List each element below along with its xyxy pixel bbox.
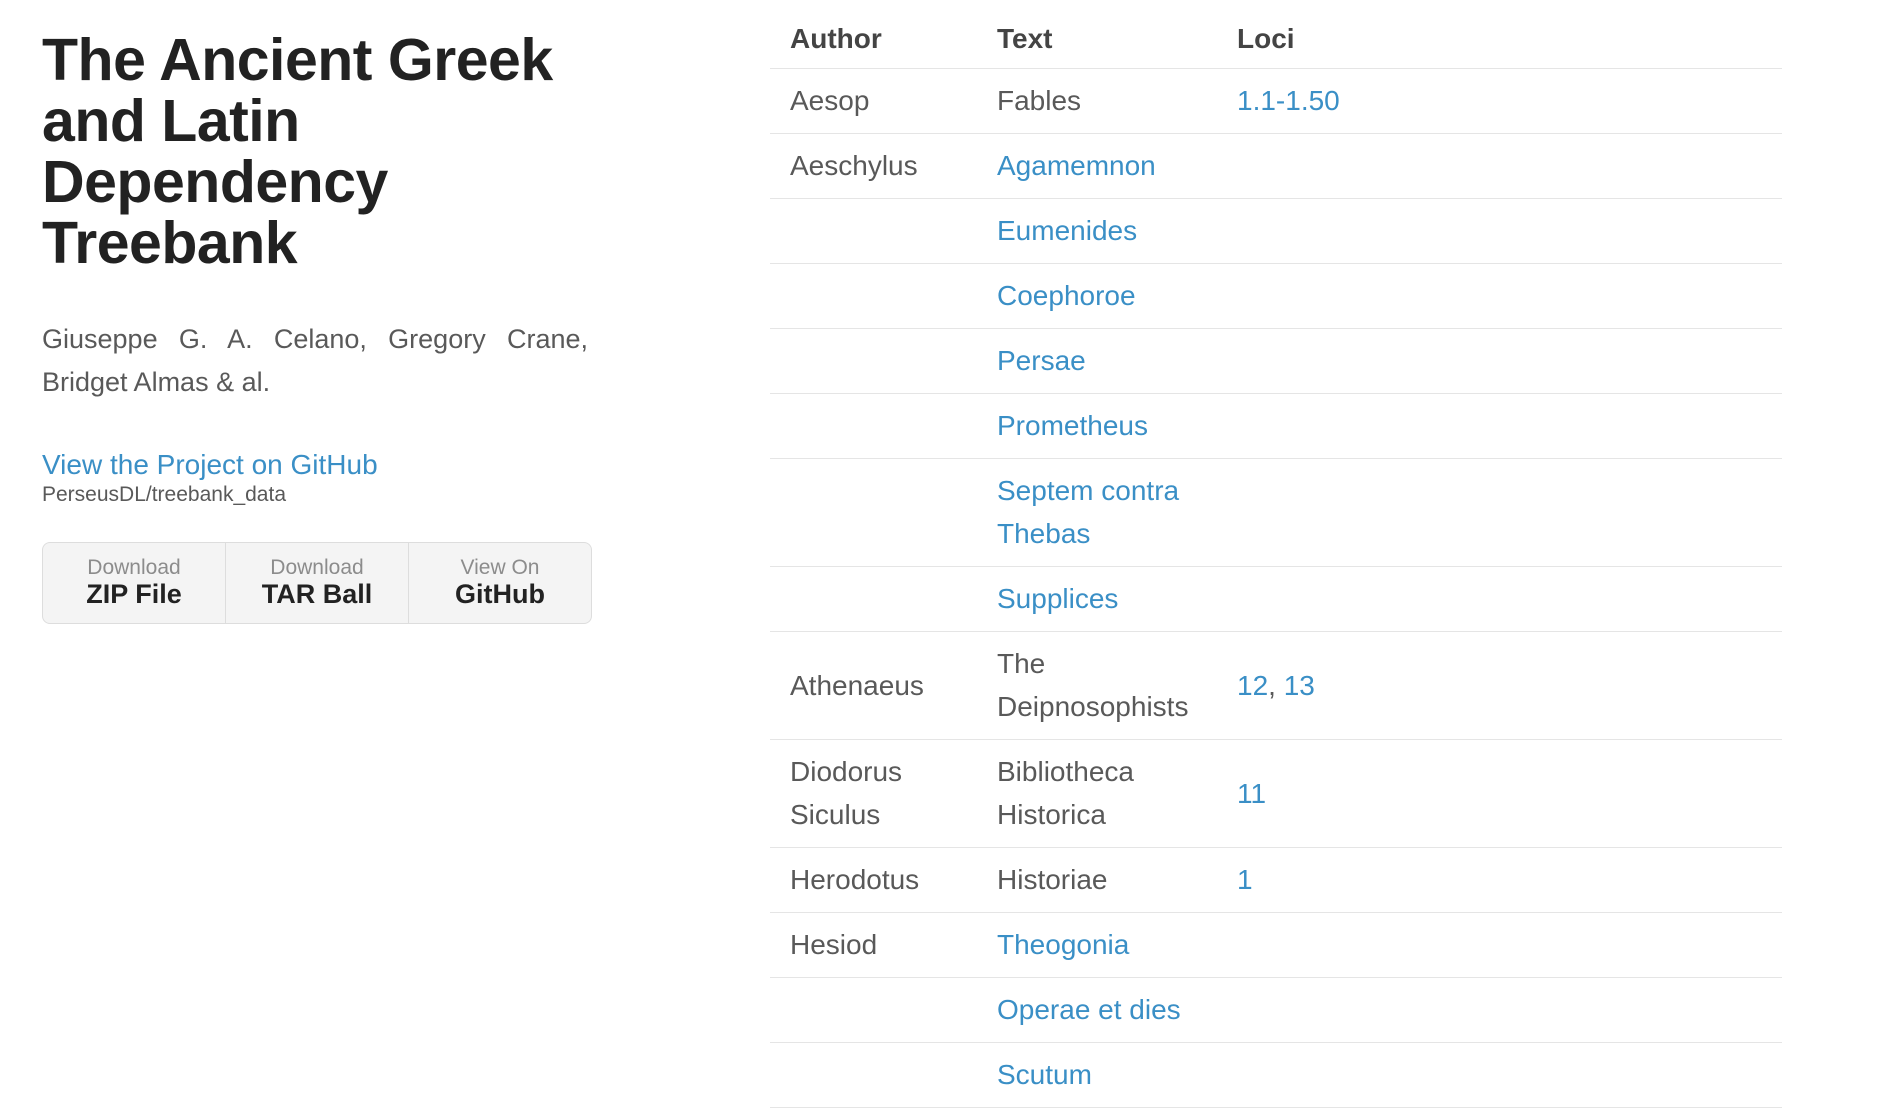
- text-cell: Eumenides: [977, 198, 1217, 264]
- text-cell: Coephoroe: [977, 263, 1217, 329]
- loci-cell: [1217, 198, 1782, 264]
- page-title: The Ancient Greek and Latin Dependency T…: [42, 27, 553, 276]
- authors-line: Giuseppe G. A. Celano, Gregory Crane, Br…: [42, 324, 588, 397]
- table-row: Supplices: [770, 566, 1782, 632]
- table-row: Scutum: [770, 1042, 1782, 1108]
- loci-cell: [1217, 458, 1782, 567]
- text-cell: Supplices: [977, 566, 1217, 632]
- table-row: Eumenides: [770, 198, 1782, 264]
- author-cell: [770, 1042, 977, 1108]
- text-cell: Agamemnon: [977, 133, 1217, 199]
- text-cell: Scutum: [977, 1042, 1217, 1108]
- sidebar: The Ancient Greek and Latin Dependency T…: [42, 30, 592, 624]
- text-link[interactable]: Coephoroe: [997, 280, 1136, 311]
- loci-cell: [1217, 566, 1782, 632]
- table-row: Coephoroe: [770, 263, 1782, 329]
- loci-cell: [1217, 393, 1782, 459]
- download-zip-big-label: ZIP File: [86, 579, 182, 609]
- loci-link[interactable]: 1: [1237, 864, 1253, 895]
- author-cell: [770, 198, 977, 264]
- text-link[interactable]: Prometheus: [997, 410, 1148, 441]
- text-link[interactable]: Scutum: [997, 1059, 1092, 1090]
- text-link[interactable]: Operae et dies: [997, 994, 1181, 1025]
- view-on-github-small-label: View On: [460, 556, 540, 579]
- text-link[interactable]: Persae: [997, 345, 1086, 376]
- table-row: Persae: [770, 328, 1782, 394]
- author-cell: [770, 458, 977, 567]
- download-zip-small-label: Download: [87, 556, 181, 579]
- header-author: Author: [770, 0, 977, 69]
- loci-cell: [1217, 133, 1782, 199]
- loci-link[interactable]: 11: [1237, 778, 1266, 809]
- table-row: Athenaeus The Deipnosophists 12, 13: [770, 631, 1782, 740]
- loci-cell: 1.1-1.50: [1217, 68, 1782, 134]
- author-cell: Athenaeus: [770, 631, 977, 740]
- text-cell: Prometheus: [977, 393, 1217, 459]
- table-body: Aesop Fables 1.1-1.50 Aeschylus Agamemnon Eum…: [770, 68, 1782, 1108]
- text-cell: Operae et dies: [977, 977, 1217, 1043]
- download-tar-big-label: TAR Ball: [261, 579, 373, 609]
- text-cell: Theogonia: [977, 912, 1217, 978]
- header-loci: Loci: [1217, 0, 1782, 69]
- loci-cell: [1217, 1042, 1782, 1108]
- loci-link[interactable]: 1.1-1.50: [1237, 85, 1340, 116]
- loci-cell: [1217, 912, 1782, 978]
- text-link[interactable]: Supplices: [997, 583, 1118, 614]
- loci-link[interactable]: 12: [1237, 670, 1268, 701]
- table-row: Aeschylus Agamemnon: [770, 133, 1782, 199]
- table-row: Aesop Fables 1.1-1.50: [770, 68, 1782, 134]
- table-row: Diodorus Siculus Bibliotheca Historica 11: [770, 739, 1782, 848]
- author-cell: [770, 977, 977, 1043]
- loci-separator: ,: [1268, 669, 1284, 701]
- table-row: Operae et dies: [770, 977, 1782, 1043]
- view-on-github-big-label: GitHub: [455, 579, 545, 609]
- author-cell: [770, 393, 977, 459]
- loci-cell: [1217, 263, 1782, 329]
- loci-cell: 11: [1217, 739, 1782, 848]
- loci-cell: 1: [1217, 847, 1782, 913]
- download-tar-small-label: Download: [270, 556, 364, 579]
- text-cell: Fables: [977, 68, 1217, 134]
- download-zip-button[interactable]: Download ZIP File: [43, 543, 226, 623]
- loci-cell: [1217, 977, 1782, 1043]
- treebank-table: Author Text Loci Aesop Fables 1.1-1.50 Aesc…: [770, 0, 1782, 1108]
- table-row: Hesiod Theogonia: [770, 912, 1782, 978]
- text-link[interactable]: Theogonia: [997, 929, 1129, 960]
- download-button-group: Download ZIP File Download TAR Ball View…: [42, 542, 592, 624]
- text-cell: Bibliotheca Historica: [977, 739, 1217, 848]
- text-cell: Persae: [977, 328, 1217, 394]
- main-content: Author Text Loci Aesop Fables 1.1-1.50 Aesc…: [770, 0, 1782, 1108]
- author-cell: [770, 263, 977, 329]
- author-cell: [770, 566, 977, 632]
- author-cell: Hesiod: [770, 912, 977, 978]
- author-cell: Diodorus Siculus: [770, 739, 977, 848]
- view-on-github-button[interactable]: View On GitHub: [409, 543, 591, 623]
- text-link[interactable]: Agamemnon: [997, 150, 1156, 181]
- text-link[interactable]: Eumenides: [997, 215, 1137, 246]
- table-row: Prometheus: [770, 393, 1782, 459]
- text-cell: Septem contra Thebas: [977, 458, 1217, 567]
- author-cell: Herodotus: [770, 847, 977, 913]
- table-header-row: Author Text Loci: [770, 0, 1782, 69]
- loci-cell: [1217, 328, 1782, 394]
- repo-path: PerseusDL/treebank_data: [42, 483, 286, 506]
- author-cell: Aesop: [770, 68, 977, 134]
- text-cell: The Deipnosophists: [977, 631, 1217, 740]
- download-tar-button[interactable]: Download TAR Ball: [226, 543, 409, 623]
- text-link[interactable]: Septem contra Thebas: [997, 475, 1179, 549]
- table-row: Herodotus Historiae 1: [770, 847, 1782, 913]
- github-project-link[interactable]: View the Project on GitHub: [42, 448, 378, 482]
- table-row: Septem contra Thebas: [770, 458, 1782, 567]
- author-cell: Aeschylus: [770, 133, 977, 199]
- text-cell: Historiae: [977, 847, 1217, 913]
- loci-link[interactable]: 13: [1284, 670, 1315, 701]
- author-cell: [770, 328, 977, 394]
- header-text: Text: [977, 0, 1217, 69]
- loci-cell: 12, 13: [1217, 631, 1782, 740]
